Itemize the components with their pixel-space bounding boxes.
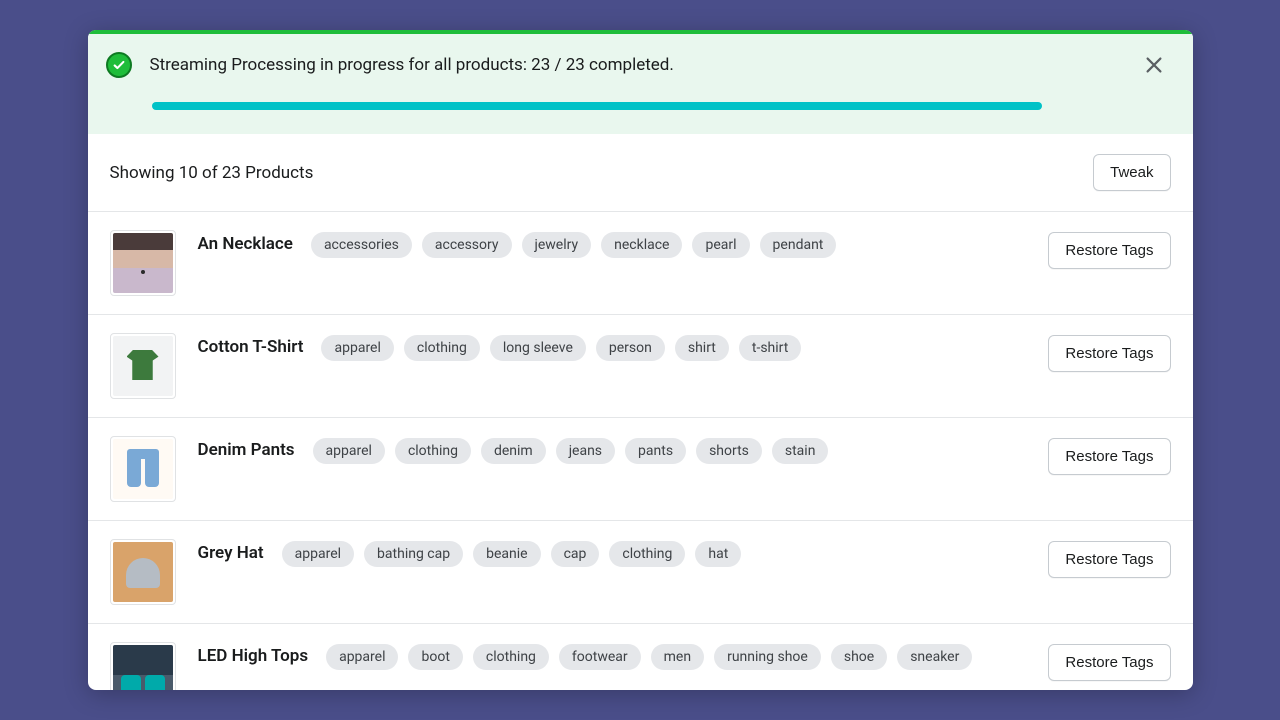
tag-list: apparel bathing cap beanie cap clothing hat xyxy=(282,541,742,567)
tweak-button[interactable]: Tweak xyxy=(1093,154,1170,191)
restore-column: Restore Tags xyxy=(1048,541,1170,578)
product-main: Grey Hat apparel bathing cap beanie cap cloth… xyxy=(198,539,1033,567)
restore-tags-button[interactable]: Restore Tags xyxy=(1048,541,1170,578)
tag-pill[interactable]: clothing xyxy=(473,644,549,670)
tag-pill[interactable]: accessory xyxy=(422,232,512,258)
product-main: LED High Tops apparel boot clothing footwear… xyxy=(198,642,1033,670)
tag-list: apparel clothing long sleeve person shirt t-s… xyxy=(321,335,801,361)
product-title: LED High Tops xyxy=(198,646,309,666)
product-top-line: LED High Tops apparel boot clothing footwear… xyxy=(198,642,1033,670)
tag-pill[interactable]: accessories xyxy=(311,232,412,258)
tag-pill[interactable]: men xyxy=(651,644,704,670)
tag-pill[interactable]: person xyxy=(596,335,665,361)
product-main: An Necklace accessories accessory jewelry ne… xyxy=(198,230,1033,258)
banner-message: Streaming Processing in progress for all… xyxy=(150,55,1143,75)
restore-column: Restore Tags xyxy=(1048,335,1170,372)
product-thumbnail xyxy=(110,333,176,399)
product-top-line: Grey Hat apparel bathing cap beanie cap cloth… xyxy=(198,539,1033,567)
tag-pill[interactable]: shoe xyxy=(831,644,887,670)
tag-pill[interactable]: necklace xyxy=(601,232,682,258)
product-row: Grey Hat apparel bathing cap beanie cap cloth… xyxy=(88,521,1193,624)
tag-pill[interactable]: clothing xyxy=(609,541,685,567)
restore-tags-button[interactable]: Restore Tags xyxy=(1048,644,1170,681)
tag-pill[interactable]: beanie xyxy=(473,541,540,567)
tag-pill[interactable]: clothing xyxy=(404,335,480,361)
product-thumbnail xyxy=(110,230,176,296)
product-title: An Necklace xyxy=(198,234,293,254)
restore-column: Restore Tags xyxy=(1048,232,1170,269)
tag-pill[interactable]: shorts xyxy=(696,438,762,464)
product-top-line: Denim Pants apparel clothing denim jeans pant… xyxy=(198,436,1033,464)
tag-pill[interactable]: pants xyxy=(625,438,686,464)
tag-pill[interactable]: jewelry xyxy=(522,232,592,258)
tag-pill[interactable]: jeans xyxy=(556,438,615,464)
tag-pill[interactable]: sneaker xyxy=(897,644,972,670)
restore-tags-button[interactable]: Restore Tags xyxy=(1048,438,1170,475)
success-check-icon xyxy=(106,52,132,78)
thumbnail-image xyxy=(113,233,173,293)
product-top-line: An Necklace accessories accessory jewelry ne… xyxy=(198,230,1033,258)
status-banner: Streaming Processing in progress for all… xyxy=(88,34,1193,134)
tag-pill[interactable]: apparel xyxy=(313,438,385,464)
product-row: An Necklace accessories accessory jewelry ne… xyxy=(88,212,1193,315)
tag-pill[interactable]: running shoe xyxy=(714,644,821,670)
close-icon[interactable] xyxy=(1143,54,1165,76)
tag-pill[interactable]: apparel xyxy=(282,541,354,567)
app-panel: Streaming Processing in progress for all… xyxy=(88,30,1193,690)
restore-column: Restore Tags xyxy=(1048,644,1170,681)
product-list: An Necklace accessories accessory jewelry ne… xyxy=(88,212,1193,690)
tag-pill[interactable]: long sleeve xyxy=(490,335,586,361)
product-main: Cotton T-Shirt apparel clothing long sleeve… xyxy=(198,333,1033,361)
product-row: Denim Pants apparel clothing denim jeans pant… xyxy=(88,418,1193,521)
product-title: Denim Pants xyxy=(198,440,295,460)
restore-tags-button[interactable]: Restore Tags xyxy=(1048,232,1170,269)
product-main: Denim Pants apparel clothing denim jeans pant… xyxy=(198,436,1033,464)
thumbnail-image xyxy=(113,645,173,690)
tag-pill[interactable]: clothing xyxy=(395,438,471,464)
list-header: Showing 10 of 23 Products Tweak xyxy=(88,134,1193,212)
product-top-line: Cotton T-Shirt apparel clothing long sleeve… xyxy=(198,333,1033,361)
product-title: Cotton T-Shirt xyxy=(198,337,304,357)
banner-row: Streaming Processing in progress for all… xyxy=(106,52,1165,78)
tag-list: apparel clothing denim jeans pants shorts stai… xyxy=(313,438,829,464)
tag-pill[interactable]: pendant xyxy=(760,232,837,258)
progress-bar xyxy=(152,102,1042,110)
thumbnail-image xyxy=(113,542,173,602)
tag-pill[interactable]: apparel xyxy=(326,644,398,670)
showing-count: Showing 10 of 23 Products xyxy=(110,163,314,183)
tag-pill[interactable]: hat xyxy=(695,541,741,567)
restore-tags-button[interactable]: Restore Tags xyxy=(1048,335,1170,372)
tag-pill[interactable]: t-shirt xyxy=(739,335,801,361)
tag-pill[interactable]: bathing cap xyxy=(364,541,463,567)
tag-pill[interactable]: footwear xyxy=(559,644,641,670)
product-thumbnail xyxy=(110,539,176,605)
tag-pill[interactable]: pearl xyxy=(692,232,749,258)
tag-pill[interactable]: cap xyxy=(551,541,600,567)
tag-list: apparel boot clothing footwear men running sh… xyxy=(326,644,972,670)
tag-pill[interactable]: boot xyxy=(408,644,462,670)
tag-pill[interactable]: denim xyxy=(481,438,546,464)
thumbnail-image xyxy=(113,439,173,499)
product-thumbnail xyxy=(110,642,176,690)
product-row: Cotton T-Shirt apparel clothing long sleeve… xyxy=(88,315,1193,418)
tag-list: accessories accessory jewelry necklace pearl… xyxy=(311,232,836,258)
tag-pill[interactable]: shirt xyxy=(675,335,729,361)
thumbnail-image xyxy=(113,336,173,396)
product-title: Grey Hat xyxy=(198,543,264,563)
tag-pill[interactable]: apparel xyxy=(321,335,393,361)
restore-column: Restore Tags xyxy=(1048,438,1170,475)
product-row: LED High Tops apparel boot clothing footwear… xyxy=(88,624,1193,690)
tag-pill[interactable]: stain xyxy=(772,438,829,464)
product-thumbnail xyxy=(110,436,176,502)
